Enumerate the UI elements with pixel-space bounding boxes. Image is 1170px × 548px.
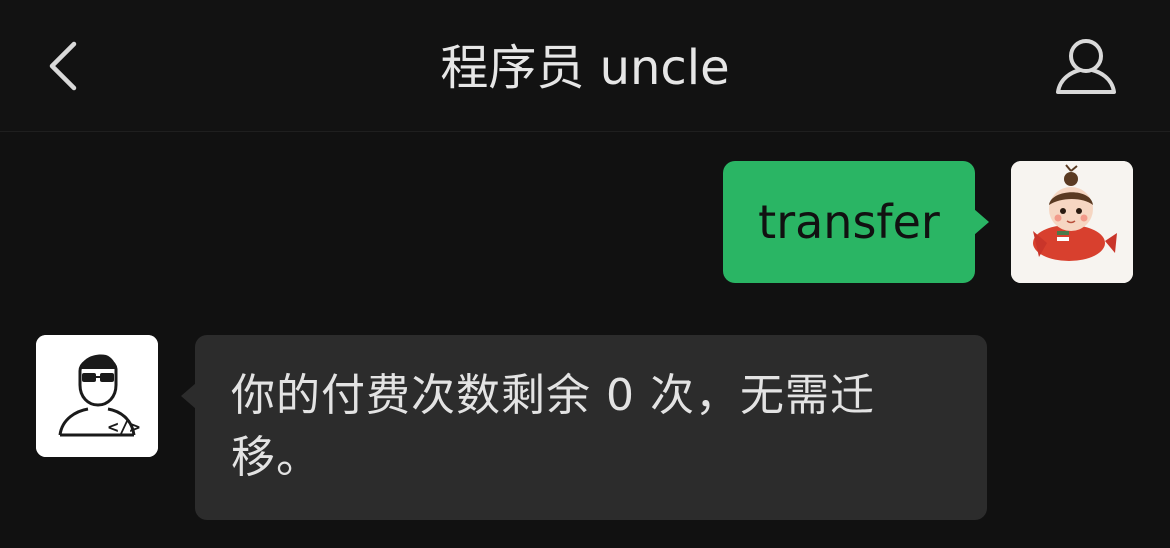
my-avatar[interactable] [1011, 161, 1133, 283]
person-outline-icon [1056, 39, 1116, 94]
chat-info-button[interactable] [1050, 34, 1122, 102]
message-bubble-outgoing[interactable]: transfer [723, 161, 989, 283]
programmer-avatar-icon: </> [36, 335, 158, 457]
svg-text:</>: </> [108, 417, 141, 438]
chat-header: 程序员 uncle [0, 0, 1170, 132]
message-bubble-incoming[interactable]: 你的付费次数剩余 0 次，无需迁移。 [181, 335, 987, 520]
chat-title: 程序员 uncle [440, 40, 730, 96]
girl-cartoon-avatar-icon [1011, 161, 1133, 283]
contact-avatar[interactable]: </> [36, 335, 158, 457]
